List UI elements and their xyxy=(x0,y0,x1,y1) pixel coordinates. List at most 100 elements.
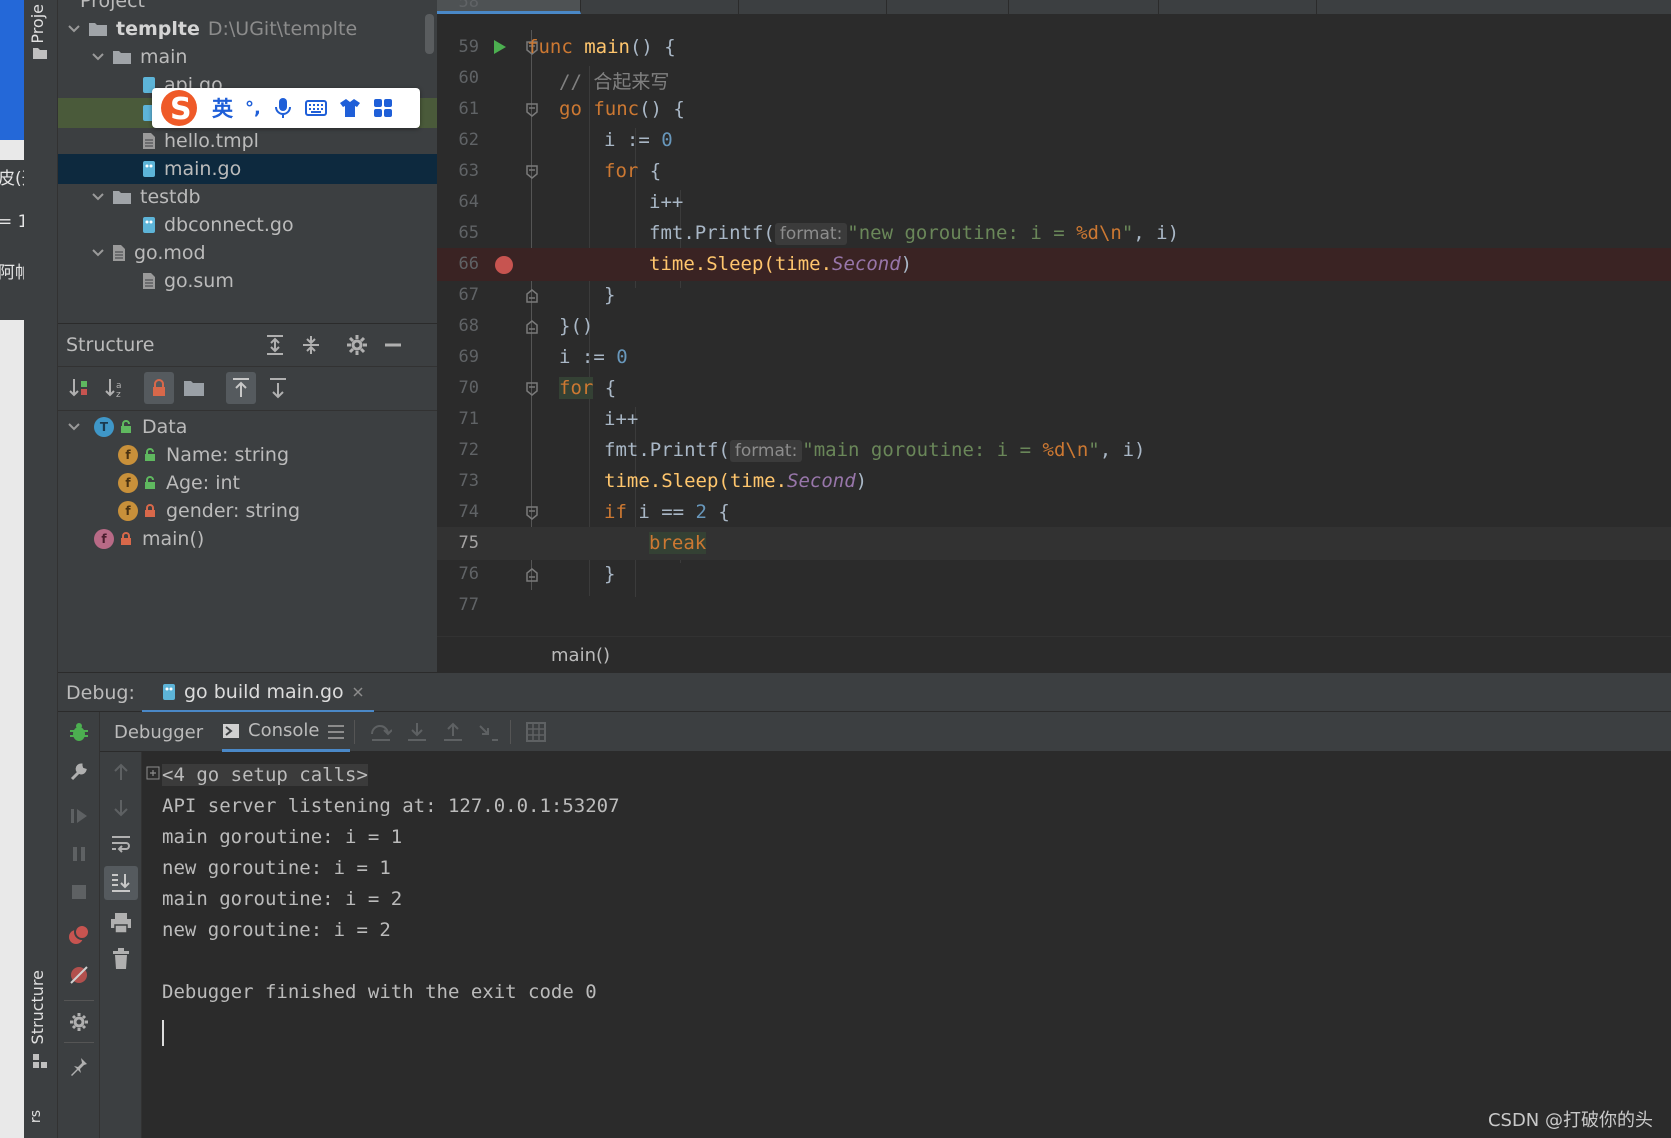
code-token: i := xyxy=(604,129,662,151)
line-number: 71 xyxy=(458,409,479,429)
debug-session-label: go build main.go xyxy=(184,680,344,703)
pin-icon[interactable] xyxy=(69,1056,89,1076)
tree-row-main[interactable]: main xyxy=(58,42,437,72)
debug-bug-icon[interactable] xyxy=(69,722,89,742)
watermark: CSDN @打破你的头 xyxy=(1487,1110,1653,1131)
clear-all-trash-icon[interactable] xyxy=(111,948,131,970)
breakpoint-icon[interactable] xyxy=(494,255,514,275)
code-line-77: 77 xyxy=(437,589,1671,622)
code-number: 0 xyxy=(661,129,673,151)
group-by-folder-button[interactable] xyxy=(180,374,208,402)
chevron-down-icon[interactable] xyxy=(90,49,106,65)
fold-marker-icon[interactable] xyxy=(526,506,538,520)
tree-row-go-mod[interactable]: go.mod xyxy=(58,238,437,268)
chevron-down-icon[interactable] xyxy=(90,189,106,205)
arrow-up-icon[interactable] xyxy=(111,762,131,782)
code-line-72: 72 fmt.Printf(format: "main goroutine: i … xyxy=(437,434,1671,467)
fold-end-icon[interactable] xyxy=(526,289,538,303)
structure-item-main[interactable]: f main() xyxy=(94,524,204,554)
collapse-all-button[interactable] xyxy=(298,332,324,358)
step-over-icon[interactable] xyxy=(370,722,392,742)
fold-marker-icon[interactable] xyxy=(526,382,538,396)
tree-row-testdb[interactable]: testdb xyxy=(58,182,437,212)
structure-item-name[interactable]: f Name: string xyxy=(118,440,289,470)
structure-item-gender[interactable]: f gender: string xyxy=(118,496,300,526)
chevron-down-icon[interactable] xyxy=(66,21,82,37)
tree-row-dbconnect-go[interactable]: dbconnect.go xyxy=(58,210,437,240)
print-icon[interactable] xyxy=(110,912,132,934)
bottom-tool-button[interactable]: rs xyxy=(28,1110,44,1123)
skin-shirt-icon[interactable] xyxy=(339,98,361,118)
code-line-60: 60 // 合起来写 xyxy=(437,62,1671,95)
expand-all-icon xyxy=(267,335,283,355)
settings-button[interactable] xyxy=(344,332,370,358)
show-non-public-button[interactable] xyxy=(144,372,174,404)
chevron-down-icon[interactable] xyxy=(90,245,106,261)
tree-row-main-go[interactable]: main.go xyxy=(58,154,437,184)
gear-icon xyxy=(347,335,367,355)
code-token: { xyxy=(638,160,662,182)
breadcrumb-item[interactable]: main() xyxy=(551,645,610,666)
project-scrollbar[interactable] xyxy=(425,14,434,54)
chevron-down-icon[interactable] xyxy=(66,419,82,435)
project-tool-button[interactable]: Proje xyxy=(28,4,47,44)
wrench-icon[interactable] xyxy=(69,762,89,782)
evaluate-expression-icon[interactable] xyxy=(526,722,546,742)
line-number: 59 xyxy=(458,37,479,57)
collapse-all-icon xyxy=(303,336,319,354)
code-token: fmt.Printf( xyxy=(604,439,730,461)
gear-icon[interactable] xyxy=(69,1012,89,1032)
debug-session-tab[interactable]: go build main.go xyxy=(142,673,374,713)
sort-alphabetically-button[interactable]: az xyxy=(102,374,130,402)
microphone-icon[interactable] xyxy=(273,97,293,119)
step-into-icon[interactable] xyxy=(406,722,428,742)
expand-all-button[interactable] xyxy=(262,332,288,358)
code-string: " xyxy=(1088,439,1100,461)
step-out-icon[interactable] xyxy=(442,722,464,742)
code-token: fmt.Printf( xyxy=(649,222,775,244)
view-breakpoints-icon[interactable] xyxy=(68,924,90,946)
close-icon[interactable] xyxy=(352,686,364,698)
console-folded-setup-calls[interactable]: <4 go setup calls> xyxy=(162,764,368,786)
tree-row-root[interactable]: templte D:\UGit\templte xyxy=(58,14,437,44)
hide-panel-button[interactable] xyxy=(380,332,406,358)
structure-item-data[interactable]: T Data xyxy=(66,412,187,442)
fold-end-icon[interactable] xyxy=(526,568,538,582)
parameter-hint: format: xyxy=(729,440,803,462)
stop-icon[interactable] xyxy=(69,882,89,902)
menu-icon[interactable] xyxy=(326,722,346,742)
ime-toolbar[interactable]: S 英 °, xyxy=(152,88,420,128)
tab-debugger[interactable]: Debugger xyxy=(114,712,214,752)
pause-icon[interactable] xyxy=(69,844,89,864)
resume-icon[interactable] xyxy=(69,806,89,826)
structure-item-label: gender: string xyxy=(166,500,301,522)
mute-breakpoints-icon[interactable] xyxy=(68,964,90,986)
ime-language-toggle[interactable]: 英 xyxy=(212,93,233,123)
fold-end-icon[interactable] xyxy=(526,320,538,334)
arrow-down-icon[interactable] xyxy=(111,798,131,818)
console-output[interactable]: <4 go setup calls> API server listening … xyxy=(142,752,1671,1138)
toolbox-grid-icon[interactable] xyxy=(373,98,393,118)
code-editor[interactable]: 58 59 func main() { 60 // 合起来写 61 go fun… xyxy=(437,0,1671,636)
scroll-to-end-button[interactable] xyxy=(104,866,138,900)
fold-marker-icon[interactable] xyxy=(526,165,538,179)
sogou-logo-icon: S xyxy=(161,90,197,127)
tree-row-hello-tmpl[interactable]: hello.tmpl xyxy=(58,126,437,156)
tree-item-label: testdb xyxy=(140,186,201,208)
run-gutter-icon[interactable] xyxy=(493,39,507,55)
tree-row-go-sum[interactable]: go.sum xyxy=(58,266,437,296)
fold-marker-icon[interactable] xyxy=(526,103,538,117)
expand-plus-icon[interactable] xyxy=(146,766,160,780)
soft-wrap-icon[interactable] xyxy=(110,834,132,854)
ime-punctuation-toggle[interactable]: °, xyxy=(245,98,261,119)
structure-item-age[interactable]: f Age: int xyxy=(118,468,240,498)
autoscroll-to-source-button[interactable] xyxy=(226,372,256,404)
keyboard-icon[interactable] xyxy=(304,99,327,117)
line-number: 69 xyxy=(458,347,479,367)
run-to-cursor-icon[interactable] xyxy=(478,722,500,742)
public-visibility-icon xyxy=(145,448,155,461)
sort-by-visibility-button[interactable] xyxy=(66,374,94,402)
autoscroll-from-source-button[interactable] xyxy=(264,374,292,402)
console-line: new goroutine: i = 1 xyxy=(162,857,391,879)
structure-tool-button[interactable]: Structure xyxy=(28,970,47,1044)
